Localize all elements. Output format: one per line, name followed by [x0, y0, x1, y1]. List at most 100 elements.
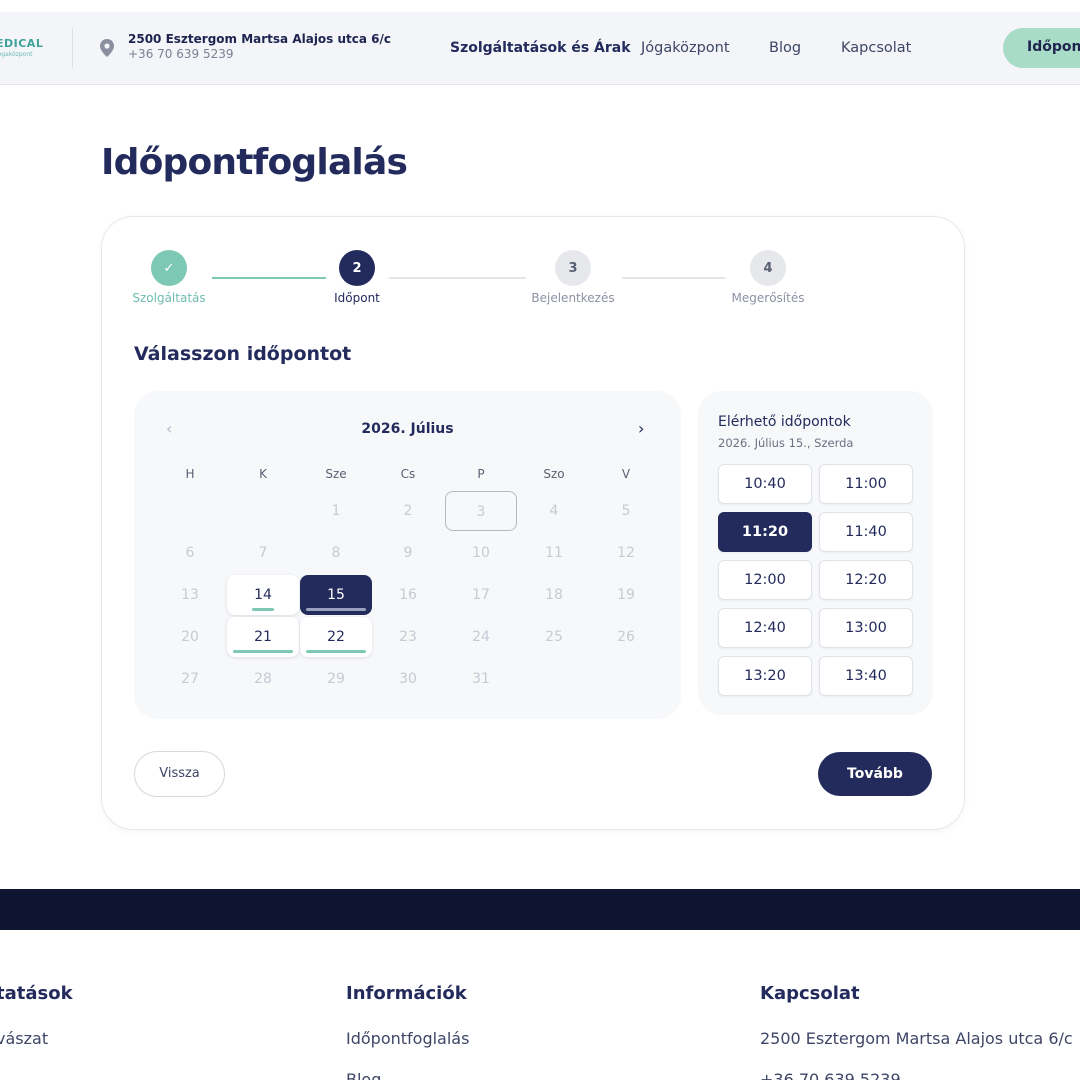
calendar-day: 5 [621, 503, 631, 519]
calendar-day: 16 [399, 587, 417, 603]
footer-info-heading: Információk [346, 983, 467, 1004]
logo-subtext: jogaközpont [0, 51, 33, 58]
footer-contact-heading: Kapcsolat [760, 983, 860, 1004]
slots-subtitle: 2026. Július 15., Szerda [718, 436, 854, 450]
calendar-day: 2 [403, 503, 413, 519]
step-2-circle: 2 [339, 250, 375, 286]
time-slot[interactable]: 11:00 [819, 464, 913, 504]
nav-yoga-center[interactable]: Jógaközpont [641, 40, 730, 56]
step-4-circle: 4 [750, 250, 786, 286]
location-pin-icon [100, 39, 114, 57]
weekday-label: V [621, 467, 631, 481]
calendar-day: 17 [472, 587, 490, 603]
weekday-label: Szo [543, 467, 565, 481]
calendar-day: 19 [617, 587, 635, 603]
calendar-day: 4 [549, 503, 559, 519]
next-button[interactable]: Tovább [818, 752, 932, 796]
calendar-day-available[interactable]: 21 [227, 617, 299, 657]
time-slot[interactable]: 10:40 [718, 464, 812, 504]
booking-card: ✓ 2 3 4 Szolgáltatás Időpont Bejelentkez… [101, 216, 965, 830]
logo-text: EDICAL [0, 37, 44, 50]
footer-link-blog[interactable]: Blog [346, 1070, 381, 1080]
address-text: 2500 Esztergom Martsa Alajos utca 6/c [128, 32, 392, 46]
calendar-day: 23 [399, 629, 417, 645]
calendar-day: 24 [472, 629, 490, 645]
time-slot[interactable]: 13:40 [819, 656, 913, 696]
calendar-day: 9 [403, 545, 413, 561]
calendar-day: 26 [617, 629, 635, 645]
calendar-day-selected[interactable]: 15 [300, 575, 372, 615]
weekday-label: H [185, 467, 195, 481]
calendar-day: 10 [472, 545, 490, 561]
calendar-day-available[interactable]: 22 [300, 617, 372, 657]
time-slots-panel: Elérhető időpontok 2026. Július 15., Sze… [698, 391, 933, 715]
calendar-day: 8 [331, 545, 341, 561]
footer-band [0, 889, 1080, 930]
weekday-label: Cs [400, 467, 416, 481]
footer-contact-phone[interactable]: +36 70 639 5239 [760, 1070, 901, 1080]
header-address: 2500 Esztergom Martsa Alajos utca 6/c +3… [128, 32, 391, 62]
nav-services-prices[interactable]: Szolgáltatások és Árak [450, 40, 631, 56]
step-1-circle: ✓ [151, 250, 187, 286]
slots-title: Elérhető időpontok [718, 414, 851, 430]
availability-indicator [252, 608, 274, 611]
calendar-month-label: 2026. Július [361, 421, 454, 437]
step-3-label: Bejelentkezés [531, 291, 615, 305]
time-slot[interactable]: 12:20 [819, 560, 913, 600]
top-strip [0, 0, 1080, 12]
calendar-day: 18 [545, 587, 563, 603]
step-2-label: Időpont [334, 291, 380, 305]
footer-contact-address: 2500 Esztergom Martsa Alajos utca 6/c [760, 1029, 1073, 1048]
nav-blog[interactable]: Blog [769, 40, 801, 56]
step-4-number: 4 [763, 260, 773, 276]
availability-indicator [306, 650, 366, 653]
calendar-day: 1 [331, 503, 341, 519]
nav-contact[interactable]: Kapcsolat [841, 40, 911, 56]
calendar-day: 13 [181, 587, 199, 603]
step-connector-2 [389, 277, 526, 279]
calendar-day: 25 [545, 629, 563, 645]
footer-services-item[interactable]: vászat [0, 1029, 48, 1048]
calendar-day: 27 [181, 671, 199, 687]
calendar-day-today: 3 [445, 491, 517, 531]
footer-services-heading: tatások [0, 983, 73, 1004]
availability-indicator [306, 608, 366, 611]
phone-text[interactable]: +36 70 639 5239 [128, 47, 391, 62]
weekday-label: P [477, 467, 485, 481]
time-slot[interactable]: 12:40 [718, 608, 812, 648]
booking-cta-button[interactable]: Időpont [1003, 28, 1080, 68]
calendar-day: 28 [254, 671, 272, 687]
calendar-day: 29 [327, 671, 345, 687]
calendar-day: 20 [181, 629, 199, 645]
step-1-label: Szolgáltatás [132, 291, 206, 305]
time-slot[interactable]: 13:20 [718, 656, 812, 696]
calendar: ‹ 2026. Július › H K Sze Cs P Szo V 1 2 3 4 5 6 7 8 9 10… [134, 391, 681, 719]
site-header: EDICAL jogaközpont 2500 Esztergom Martsa… [0, 12, 1080, 85]
time-slot[interactable]: 13:00 [819, 608, 913, 648]
step-connector-1 [212, 277, 326, 279]
step-2-number: 2 [352, 260, 362, 276]
footer-link-booking[interactable]: Időpontfoglalás [346, 1029, 469, 1048]
back-button[interactable]: Vissza [134, 751, 225, 797]
weekday-label: Sze [325, 467, 347, 481]
step-4-label: Megerősítés [731, 291, 805, 305]
availability-indicator [233, 650, 293, 653]
calendar-day: 6 [185, 545, 195, 561]
calendar-day: 7 [258, 545, 268, 561]
time-slot[interactable]: 12:00 [718, 560, 812, 600]
header-divider [72, 28, 73, 68]
time-slot-selected[interactable]: 11:20 [718, 512, 812, 552]
logo[interactable]: EDICAL jogaközpont [0, 38, 46, 59]
calendar-day: 31 [472, 671, 490, 687]
calendar-day: 11 [545, 545, 563, 561]
chevron-right-icon[interactable]: › [638, 419, 644, 438]
calendar-day: 12 [617, 545, 635, 561]
calendar-day: 30 [399, 671, 417, 687]
step-3-number: 3 [568, 260, 578, 276]
section-title: Válasszon időpontot [134, 343, 352, 365]
time-slot[interactable]: 11:40 [819, 512, 913, 552]
page-title: Időpontfoglalás [101, 142, 408, 183]
check-icon: ✓ [163, 260, 175, 276]
weekday-label: K [259, 467, 267, 481]
calendar-day-available[interactable]: 14 [227, 575, 299, 615]
